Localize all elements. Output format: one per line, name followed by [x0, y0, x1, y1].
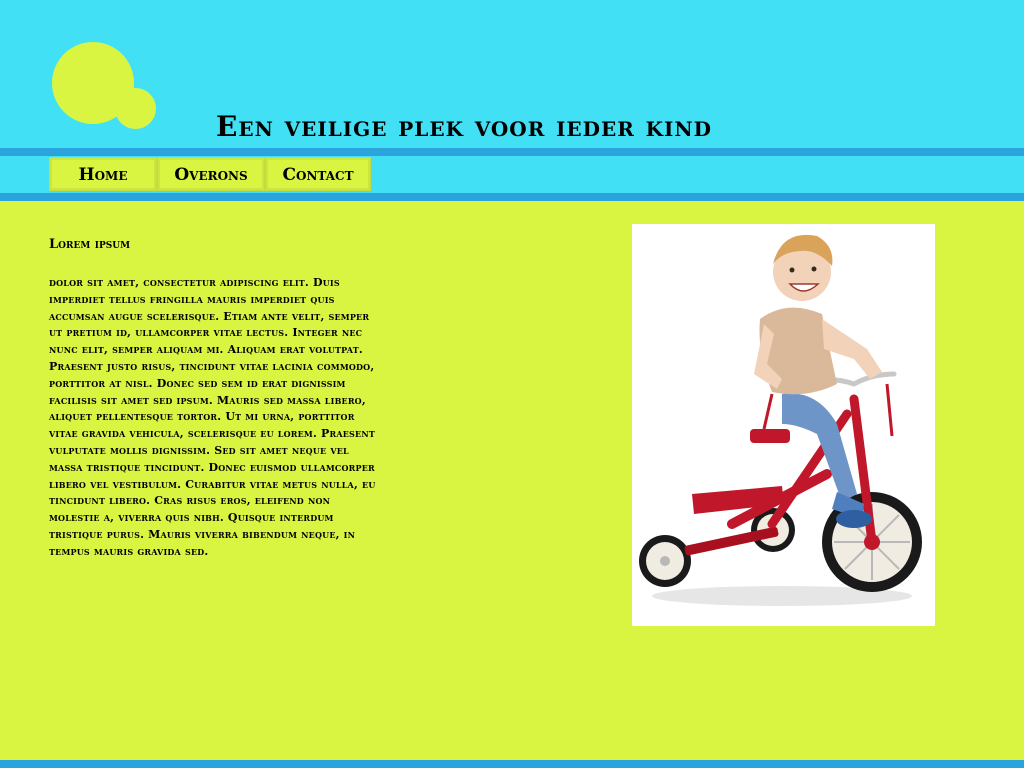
child-on-tricycle-photo	[632, 224, 935, 626]
site-title: Een veilige plek voor ieder kind	[216, 110, 712, 143]
header-band-top	[0, 148, 1024, 156]
header: Een veilige plek voor ieder kind	[0, 0, 1024, 148]
logo-circle-small	[115, 88, 156, 129]
footer-band	[0, 760, 1024, 768]
tricycle-illustration	[639, 234, 922, 606]
main-nav: Home Overons Contact	[49, 157, 371, 191]
nav-overons[interactable]: Overons	[157, 157, 265, 191]
header-band-bottom	[0, 193, 1024, 201]
content-heading: Lorem ipsum	[49, 237, 131, 252]
nav-contact[interactable]: Contact	[265, 157, 371, 191]
content-body: dolor sit amet, consectetur adipiscing e…	[49, 276, 376, 558]
nav-home[interactable]: Home	[49, 157, 157, 191]
